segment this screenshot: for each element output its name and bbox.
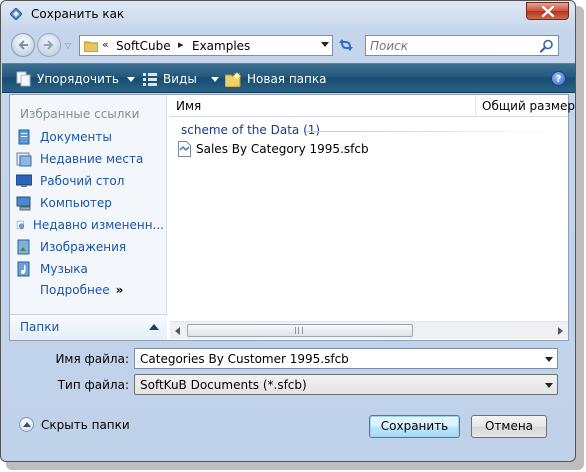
column-header-total-size[interactable]: Общий размер [482, 99, 575, 113]
refresh-button[interactable] [335, 35, 359, 56]
pictures-icon [17, 239, 30, 255]
views-icon [143, 73, 157, 86]
hide-folders-button[interactable]: Скрыть папки [19, 417, 130, 432]
documents-icon [18, 129, 30, 145]
filetype-select[interactable]: SoftKuB Documents (*.sfcb) [134, 374, 558, 395]
group-divider [306, 131, 561, 132]
address-overflow[interactable]: « [102, 38, 109, 51]
arrow-right-icon [44, 40, 54, 50]
nav-item-documents[interactable]: Документы [16, 127, 164, 147]
nav-item-recent-places[interactable]: Недавние места [16, 149, 164, 169]
forward-button[interactable] [37, 33, 61, 57]
nav-item-label: Документы [40, 130, 112, 144]
group-header[interactable]: scheme of the Data (1) [181, 123, 320, 137]
save-button[interactable]: Сохранить [369, 415, 460, 438]
computer-icon [16, 196, 31, 211]
refresh-icon [339, 39, 353, 51]
filename-value: Categories By Customer 1995.sfcb [140, 352, 349, 366]
chevron-down-icon[interactable] [545, 357, 553, 362]
folders-label: Папки [20, 320, 60, 334]
favorite-links-heading: Избранные ссылки [20, 107, 140, 121]
nav-item-label: Недавно измененн... [32, 218, 164, 232]
nav-item-computer[interactable]: Компьютер [16, 193, 164, 213]
nav-item-label: Рабочий стол [40, 174, 125, 188]
cancel-button[interactable]: Отмена [471, 415, 547, 438]
recent-pages-dropdown[interactable]: ▽ [65, 41, 73, 50]
search-icon [540, 39, 553, 53]
arrow-left-icon [18, 40, 28, 50]
app-icon [10, 8, 22, 20]
save-as-dialog: Сохранить как ▽ « SoftCube ▸ Examples По… [0, 0, 576, 462]
hide-folders-label: Скрыть папки [41, 417, 130, 432]
desktop-icon [16, 174, 32, 187]
nav-item-label: Недавние места [40, 152, 144, 166]
recently-changed-icon [16, 220, 25, 230]
chevron-up-icon [149, 324, 159, 330]
address-dropdown-arrow[interactable] [321, 42, 329, 47]
nav-item-label: Музыка [40, 262, 88, 276]
views-button[interactable]: Виды [142, 64, 219, 94]
column-headers: Имя Общий размер [170, 95, 575, 117]
file-item[interactable]: Sales By Category 1995.sfcb [178, 140, 369, 158]
music-icon [17, 261, 30, 277]
chevron-down-icon [126, 76, 135, 82]
double-chevron-icon: » [115, 283, 124, 297]
views-label: Виды [163, 72, 197, 86]
command-toolbar: Упорядочить Виды Новая папка ? [2, 63, 575, 94]
more-links[interactable]: Подробнее » [40, 283, 123, 297]
filename-input[interactable]: Categories By Customer 1995.sfcb [134, 348, 558, 369]
nav-item-label: Компьютер [40, 196, 112, 210]
recent-places-icon [16, 152, 32, 167]
nav-item-music[interactable]: Музыка [16, 259, 164, 279]
close-icon [542, 6, 554, 17]
search-box[interactable] [365, 35, 559, 56]
breadcrumb-softcube[interactable]: SoftCube [116, 39, 171, 53]
new-folder-icon [225, 71, 241, 87]
folder-icon [84, 41, 98, 52]
help-button[interactable]: ? [551, 71, 566, 86]
filename-label: Имя файла: [55, 352, 129, 366]
new-folder-button[interactable]: Новая папка [225, 64, 326, 94]
breadcrumb-examples[interactable]: Examples [192, 39, 250, 53]
filetype-value: SoftKuB Documents (*.sfcb) [140, 378, 307, 392]
new-folder-label: Новая папка [247, 72, 327, 86]
column-divider[interactable] [475, 95, 476, 117]
column-header-name[interactable]: Имя [176, 99, 201, 113]
filetype-label: Тип файла: [57, 378, 129, 392]
scroll-left-icon[interactable] [175, 327, 180, 335]
nav-item-pictures[interactable]: Изображения [16, 237, 164, 257]
horizontal-scrollbar[interactable] [170, 321, 568, 339]
collapse-icon [19, 417, 34, 432]
scroll-right-icon[interactable] [558, 327, 563, 335]
chevron-down-icon [210, 76, 219, 82]
organize-icon [16, 71, 31, 87]
chevron-down-icon [545, 383, 553, 388]
grip-icon [295, 327, 303, 334]
organize-button[interactable]: Упорядочить [16, 64, 135, 94]
folders-toggle[interactable]: Папки [10, 314, 167, 340]
sfcb-file-icon [178, 141, 191, 157]
back-button[interactable] [11, 33, 35, 57]
browser-pane: Избранные ссылки Документы Недавние мест… [9, 94, 575, 341]
organize-label: Упорядочить [37, 72, 119, 86]
search-input[interactable] [370, 38, 530, 53]
close-button[interactable] [526, 2, 569, 20]
scroll-thumb[interactable] [187, 324, 413, 337]
navigation-pane: Избранные ссылки Документы Недавние мест… [10, 95, 167, 340]
nav-item-recently-changed[interactable]: Недавно измененн... [16, 215, 164, 235]
file-name: Sales By Category 1995.sfcb [196, 142, 369, 156]
nav-item-desktop[interactable]: Рабочий стол [16, 171, 164, 191]
more-links-label: Подробнее [40, 283, 110, 297]
breadcrumb-separator[interactable]: ▸ [178, 38, 184, 51]
title-bar: Сохранить как [1, 1, 575, 29]
nav-item-label: Изображения [40, 240, 127, 254]
address-bar[interactable]: « SoftCube ▸ Examples [79, 35, 333, 56]
window-title: Сохранить как [31, 7, 125, 21]
